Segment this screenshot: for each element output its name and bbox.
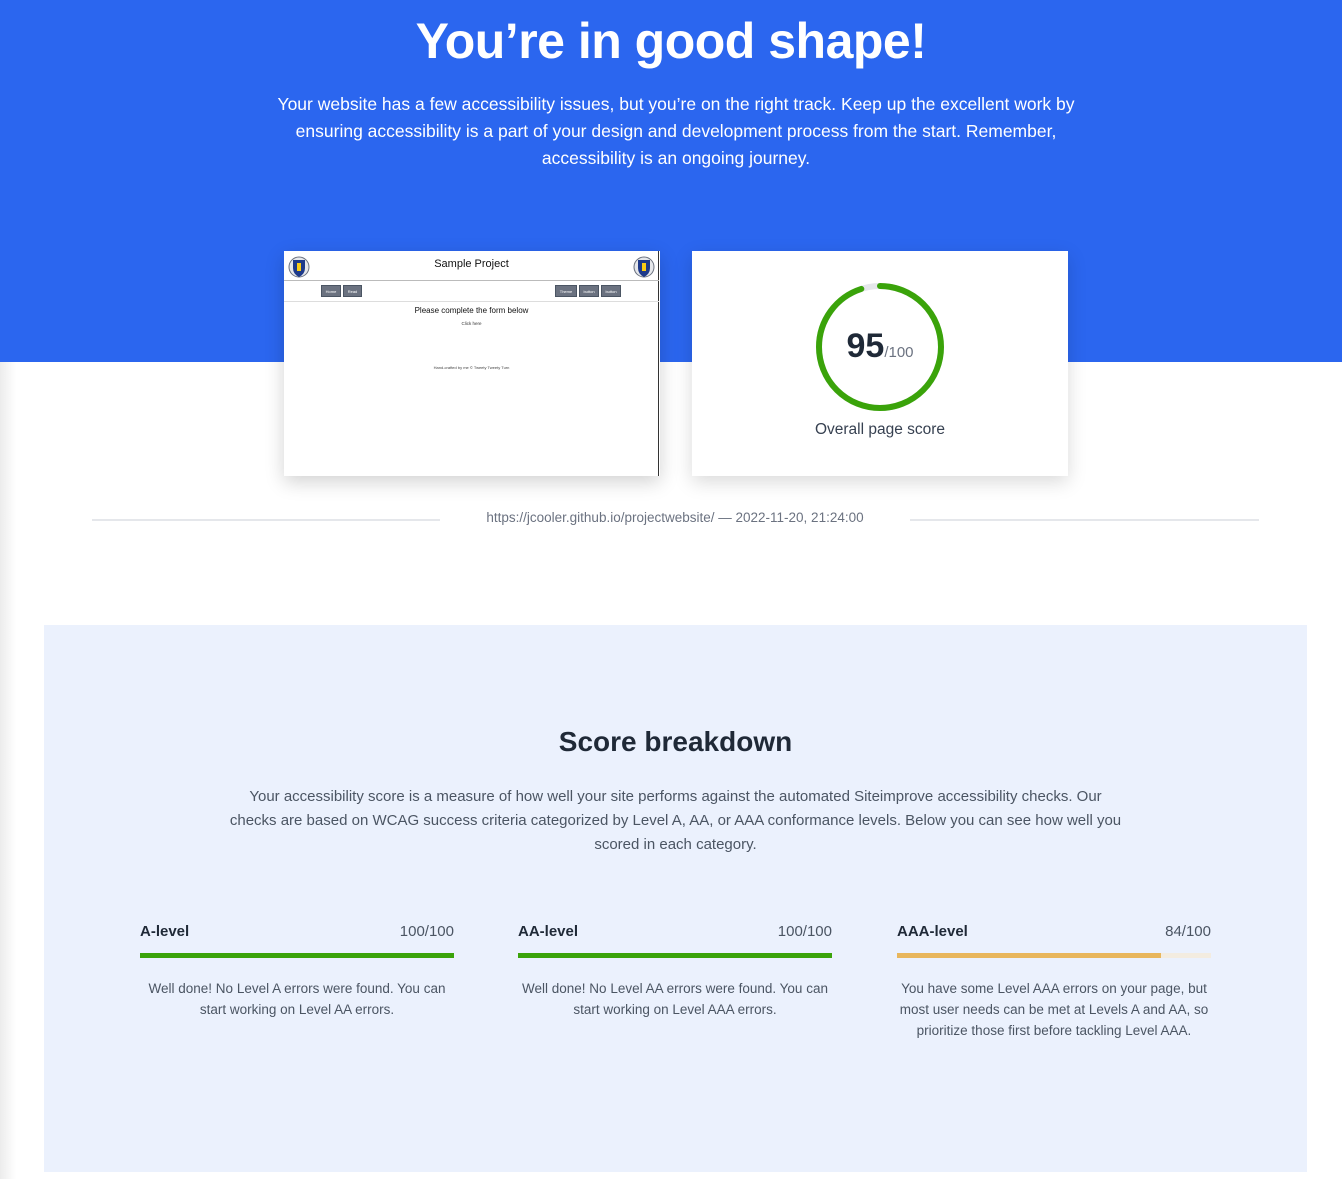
level-header: AA-level 100/100 <box>518 921 832 941</box>
level-description: You have some Level AAA errors on your p… <box>899 981 1209 1038</box>
level-progress-fill <box>518 953 832 958</box>
scan-url-timestamp: https://jcooler.github.io/projectwebsite… <box>486 510 864 525</box>
thumbnail-heading: Please complete the form below <box>414 306 529 315</box>
score-max: /100 <box>884 344 914 361</box>
scan-meta: https://jcooler.github.io/projectwebsite… <box>92 508 1259 530</box>
thumbnail-button: button <box>579 285 599 297</box>
level-name: AA-level <box>518 923 579 940</box>
thumbnail-page: Sample Project Home Read Theme button bu… <box>284 251 659 476</box>
page-screenshot-thumbnail: Sample Project Home Read Theme button bu… <box>284 251 660 476</box>
thumbnail-divider <box>284 301 659 302</box>
thumbnail-button: Read <box>343 285 362 297</box>
level-progress-fill <box>140 953 454 958</box>
level-score: 100/100 <box>399 923 454 940</box>
score-breakdown-section: Score breakdown Your accessibility score… <box>44 625 1307 1172</box>
level-header: AAA-level 84/100 <box>897 921 1211 941</box>
page-edge-shadow <box>0 362 16 1179</box>
level-description: Well done! No Level A errors were found.… <box>148 981 446 1017</box>
thumbnail-button: Home <box>321 285 341 297</box>
level-aa: AA-level 100/100 Well done! No Level AA … <box>518 921 832 1020</box>
level-progress-track <box>897 953 1211 958</box>
level-name: A-level <box>140 923 190 940</box>
level-description: Well done! No Level AA errors were found… <box>522 981 828 1017</box>
divider-line <box>92 519 440 521</box>
level-aaa: AAA-level 84/100 You have some Level AAA… <box>897 921 1211 1041</box>
thumbnail-title: Sample Project <box>434 258 509 270</box>
score-label: Overall page score <box>814 421 946 438</box>
level-progress-track <box>518 953 832 958</box>
thumbnail-link: Click here <box>461 321 482 326</box>
hero-title: You’re in good shape! <box>415 13 927 69</box>
score-value: 95/100 <box>692 327 1068 366</box>
breakdown-description: Your accessibility score is a measure of… <box>229 788 1122 853</box>
level-score: 100/100 <box>777 923 832 940</box>
thumbnail-button: button <box>601 285 621 297</box>
score-number: 95 <box>846 327 885 365</box>
thumbnail-divider <box>284 280 659 281</box>
overall-score-card: 95/100 Overall page score <box>692 251 1068 476</box>
level-progress-fill <box>897 953 1161 958</box>
divider-line <box>910 519 1259 521</box>
hero-description: Your website has a few accessibility iss… <box>277 94 1075 168</box>
shield-logo-icon <box>633 256 655 278</box>
level-name: AAA-level <box>897 923 968 940</box>
level-score: 84/100 <box>1165 923 1211 940</box>
breakdown-title: Score breakdown <box>558 726 793 757</box>
thumbnail-footer: Hand-crafted by me © Tweety Tweety Turn <box>433 365 510 370</box>
hero-banner: You’re in good shape! Your website has a… <box>0 0 1342 362</box>
thumbnail-button: Theme <box>555 285 577 297</box>
level-header: A-level 100/100 <box>140 921 454 941</box>
level-progress-track <box>140 953 454 958</box>
level-a: A-level 100/100 Well done! No Level A er… <box>140 921 454 1020</box>
